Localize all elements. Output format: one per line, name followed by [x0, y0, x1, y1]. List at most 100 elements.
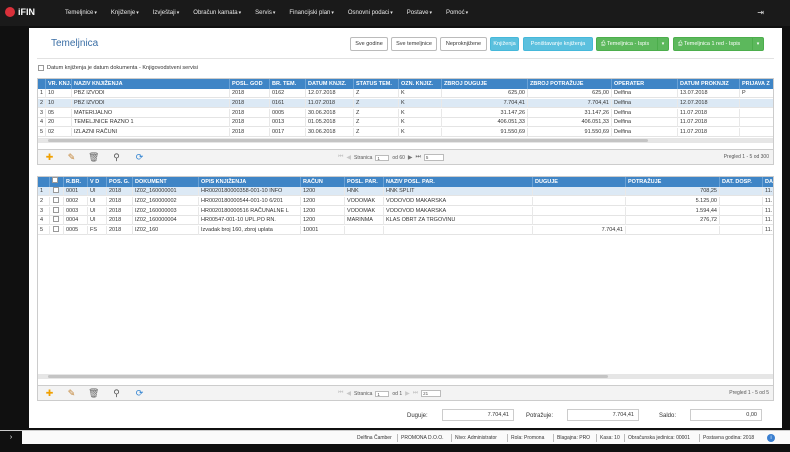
page-size-select[interactable]: 21 — [421, 390, 442, 397]
delete-icon[interactable]: 🗑 — [88, 388, 99, 399]
chevron-down-icon[interactable]: ▾ — [752, 38, 763, 50]
last-page-icon[interactable]: ⏭ — [416, 154, 421, 161]
col-header-vd[interactable]: V D — [88, 177, 107, 187]
col-header-posl-god[interactable]: POSL. GOD — [230, 79, 270, 89]
temeljnica-1-red-ispis-button[interactable]: ⎙ Temeljnica 1 red - Ispis ▾ — [673, 37, 764, 51]
app-logo[interactable]: iFIN — [5, 7, 35, 17]
col-header-operater[interactable]: OPERATER — [612, 79, 678, 89]
menu-pomoc[interactable]: Pomoć▾ — [439, 10, 475, 16]
table-row[interactable]: 1 0001 UI 2018 IZ02_160000001 HR0020180000358… — [38, 187, 773, 196]
temeljnica-ispis-button[interactable]: ⎙ Temeljnica - Ispis ▾ — [596, 37, 669, 51]
col-header-naziv-knjizenja[interactable]: NAZIV KNJIŽENJA — [72, 79, 230, 89]
col-header-pos-g[interactable]: POS. G. — [107, 177, 133, 187]
sve-temeljnice-button[interactable]: Sve temeljnice — [391, 37, 437, 51]
table-row[interactable]: 5 0005 FS 2018 IZ02_160 Izvadak broj 160, zbr… — [38, 226, 773, 236]
neproknjizene-button[interactable]: Neproknjižene — [440, 37, 487, 51]
row-select-cell[interactable] — [50, 206, 64, 216]
refresh-icon[interactable]: ⟳ — [134, 152, 145, 163]
table-cell: 4 — [38, 216, 50, 226]
datum-dokumenta-checkbox[interactable] — [38, 65, 44, 71]
col-header-racun[interactable]: RAČUN — [301, 177, 345, 187]
menu-temeljnice[interactable]: Temeljnice▾ — [58, 10, 104, 16]
prev-page-icon[interactable]: ◀ — [346, 390, 351, 397]
page-input[interactable]: 1 — [375, 154, 390, 161]
menu-izvjestaji[interactable]: Izvještaji▾ — [146, 10, 187, 16]
col-header-vr-knj[interactable]: VR. KNJ. — [46, 79, 72, 89]
temeljnice-hscrollbar[interactable] — [38, 138, 773, 143]
row-select-cell[interactable] — [50, 226, 64, 236]
row-checkbox[interactable] — [53, 216, 59, 223]
col-header-opis-knjizenja[interactable]: OPIS KNJIŽENJA — [199, 177, 301, 187]
delete-icon[interactable]: 🗑 — [88, 152, 99, 163]
table-row[interactable]: 4 20 TEMELJNICE RAZNO 1 2018 0013 01.05.2018 Z… — [38, 118, 773, 128]
knjizenja-button[interactable]: Knjiženja — [490, 37, 519, 51]
next-page-icon[interactable]: ▶ — [405, 390, 410, 397]
menu-osnovni-podaci[interactable]: Osnovni podaci▾ — [341, 10, 400, 16]
page-size-select[interactable]: 5 — [423, 154, 444, 161]
col-header-select[interactable] — [50, 177, 64, 187]
next-page-icon[interactable]: ▶ — [408, 154, 413, 161]
col-header-datum-proknjiz[interactable]: DATUM PROKNJIZ — [678, 79, 740, 89]
table-row[interactable]: 2 10 PBZ IZVODI 2018 0161 11.07.2018 Z K 7.704,4… — [38, 98, 773, 108]
row-checkbox[interactable] — [53, 187, 59, 193]
col-header-datum-knjiz[interactable]: DATUM KNJIZ. — [306, 79, 354, 89]
table-row[interactable]: 3 05 MATERIJALNO 2018 0005 30.06.2018 Z K 31.147… — [38, 108, 773, 118]
chevron-down-icon[interactable]: ▾ — [657, 38, 668, 50]
table-cell: 0162 — [270, 89, 306, 98]
chevron-right-icon[interactable]: › — [0, 431, 22, 445]
row-checkbox[interactable] — [53, 206, 59, 213]
menu-obracun-kamata[interactable]: Obračun kamata▾ — [186, 10, 248, 16]
page-input[interactable]: 1 — [375, 390, 390, 397]
stavke-hscrollbar[interactable] — [38, 374, 773, 379]
last-page-icon[interactable]: ⏭ — [413, 390, 418, 397]
col-header-da[interactable]: DA — [763, 177, 773, 187]
table-row[interactable]: 1 10 PBZ IZVODI 2018 0162 12.07.2018 Z K 625,00 6… — [38, 89, 773, 98]
info-icon[interactable]: i — [767, 434, 775, 442]
first-page-icon[interactable]: ⏮ — [338, 390, 343, 397]
menu-servis[interactable]: Servis▾ — [248, 10, 282, 16]
scrollbar-thumb[interactable] — [48, 139, 648, 142]
row-checkbox[interactable] — [53, 196, 59, 203]
sve-godine-button[interactable]: Sve godine — [350, 37, 388, 51]
logout-icon[interactable]: ⇥ — [757, 8, 764, 17]
row-checkbox[interactable] — [53, 226, 59, 233]
col-header-zbroj-potrazuje[interactable]: ZBROJ POTRAŽUJE — [528, 79, 612, 89]
col-header-prijava[interactable]: PRIJAVA Z — [740, 79, 773, 89]
col-header-br-tem[interactable]: BR. TEM. — [270, 79, 306, 89]
logo-icon — [5, 7, 15, 17]
table-cell: 5.125,00 — [626, 196, 720, 206]
col-header-zbroj-duguje[interactable]: ZBROJ DUGUJE — [442, 79, 528, 89]
search-icon[interactable]: ⚲ — [111, 152, 122, 163]
menu-postave[interactable]: Postave▾ — [400, 10, 439, 16]
edit-icon[interactable]: ✎ — [66, 388, 77, 399]
row-select-cell[interactable] — [50, 187, 64, 196]
table-row[interactable]: 3 0003 UI 2018 IZ02_160000003 HR0020180000516… — [38, 206, 773, 216]
menu-knjizenje[interactable]: Knjiženje▾ — [104, 10, 146, 16]
col-header-potrazuje[interactable]: POTRAŽUJE — [626, 177, 720, 187]
table-row[interactable]: 5 02 IZLAZNI RAČUNI 2018 0017 30.06.2018 Z K 91.… — [38, 128, 773, 138]
table-row[interactable]: 4 0004 UI 2018 IZ02_160000004 HR00547-001-10 … — [38, 216, 773, 226]
menu-financijski-plan[interactable]: Financijski plan▾ — [282, 10, 341, 16]
col-header-posl-par[interactable]: POSL. PAR. — [345, 177, 384, 187]
col-header-naziv-posl-par[interactable]: NAZIV POSL. PAR. — [384, 177, 533, 187]
table-row[interactable]: 2 0002 UI 2018 IZ02_160000002 HR0020180000544… — [38, 196, 773, 206]
col-header-dokument[interactable]: DOKUMENT — [133, 177, 199, 187]
row-select-cell[interactable] — [50, 196, 64, 206]
datum-dokumenta-option[interactable]: Datum knjiženja je datum dokumenta - Knj… — [38, 65, 198, 71]
prev-page-icon[interactable]: ◀ — [346, 154, 351, 161]
col-header-dat-dosp[interactable]: DAT. DOSP. — [720, 177, 763, 187]
add-icon[interactable]: ✚ — [44, 152, 55, 163]
refresh-icon[interactable]: ⟳ — [134, 388, 145, 399]
col-header-duguje[interactable]: DUGUJE — [533, 177, 626, 187]
col-header-rbr[interactable]: R.BR. — [64, 177, 88, 187]
add-icon[interactable]: ✚ — [44, 388, 55, 399]
scrollbar-thumb[interactable] — [48, 375, 608, 378]
row-select-cell[interactable] — [50, 216, 64, 226]
col-header-status-tem[interactable]: STATUS TEM. — [354, 79, 399, 89]
search-icon[interactable]: ⚲ — [111, 388, 122, 399]
edit-icon[interactable]: ✎ — [66, 152, 77, 163]
select-all-checkbox[interactable] — [52, 177, 58, 183]
ponistavanje-knjizenja-button[interactable]: Poništavanje knjiženja — [523, 37, 593, 51]
col-header-ozn-knjiz[interactable]: OZN. KNJIZ. — [399, 79, 442, 89]
first-page-icon[interactable]: ⏮ — [338, 154, 343, 161]
